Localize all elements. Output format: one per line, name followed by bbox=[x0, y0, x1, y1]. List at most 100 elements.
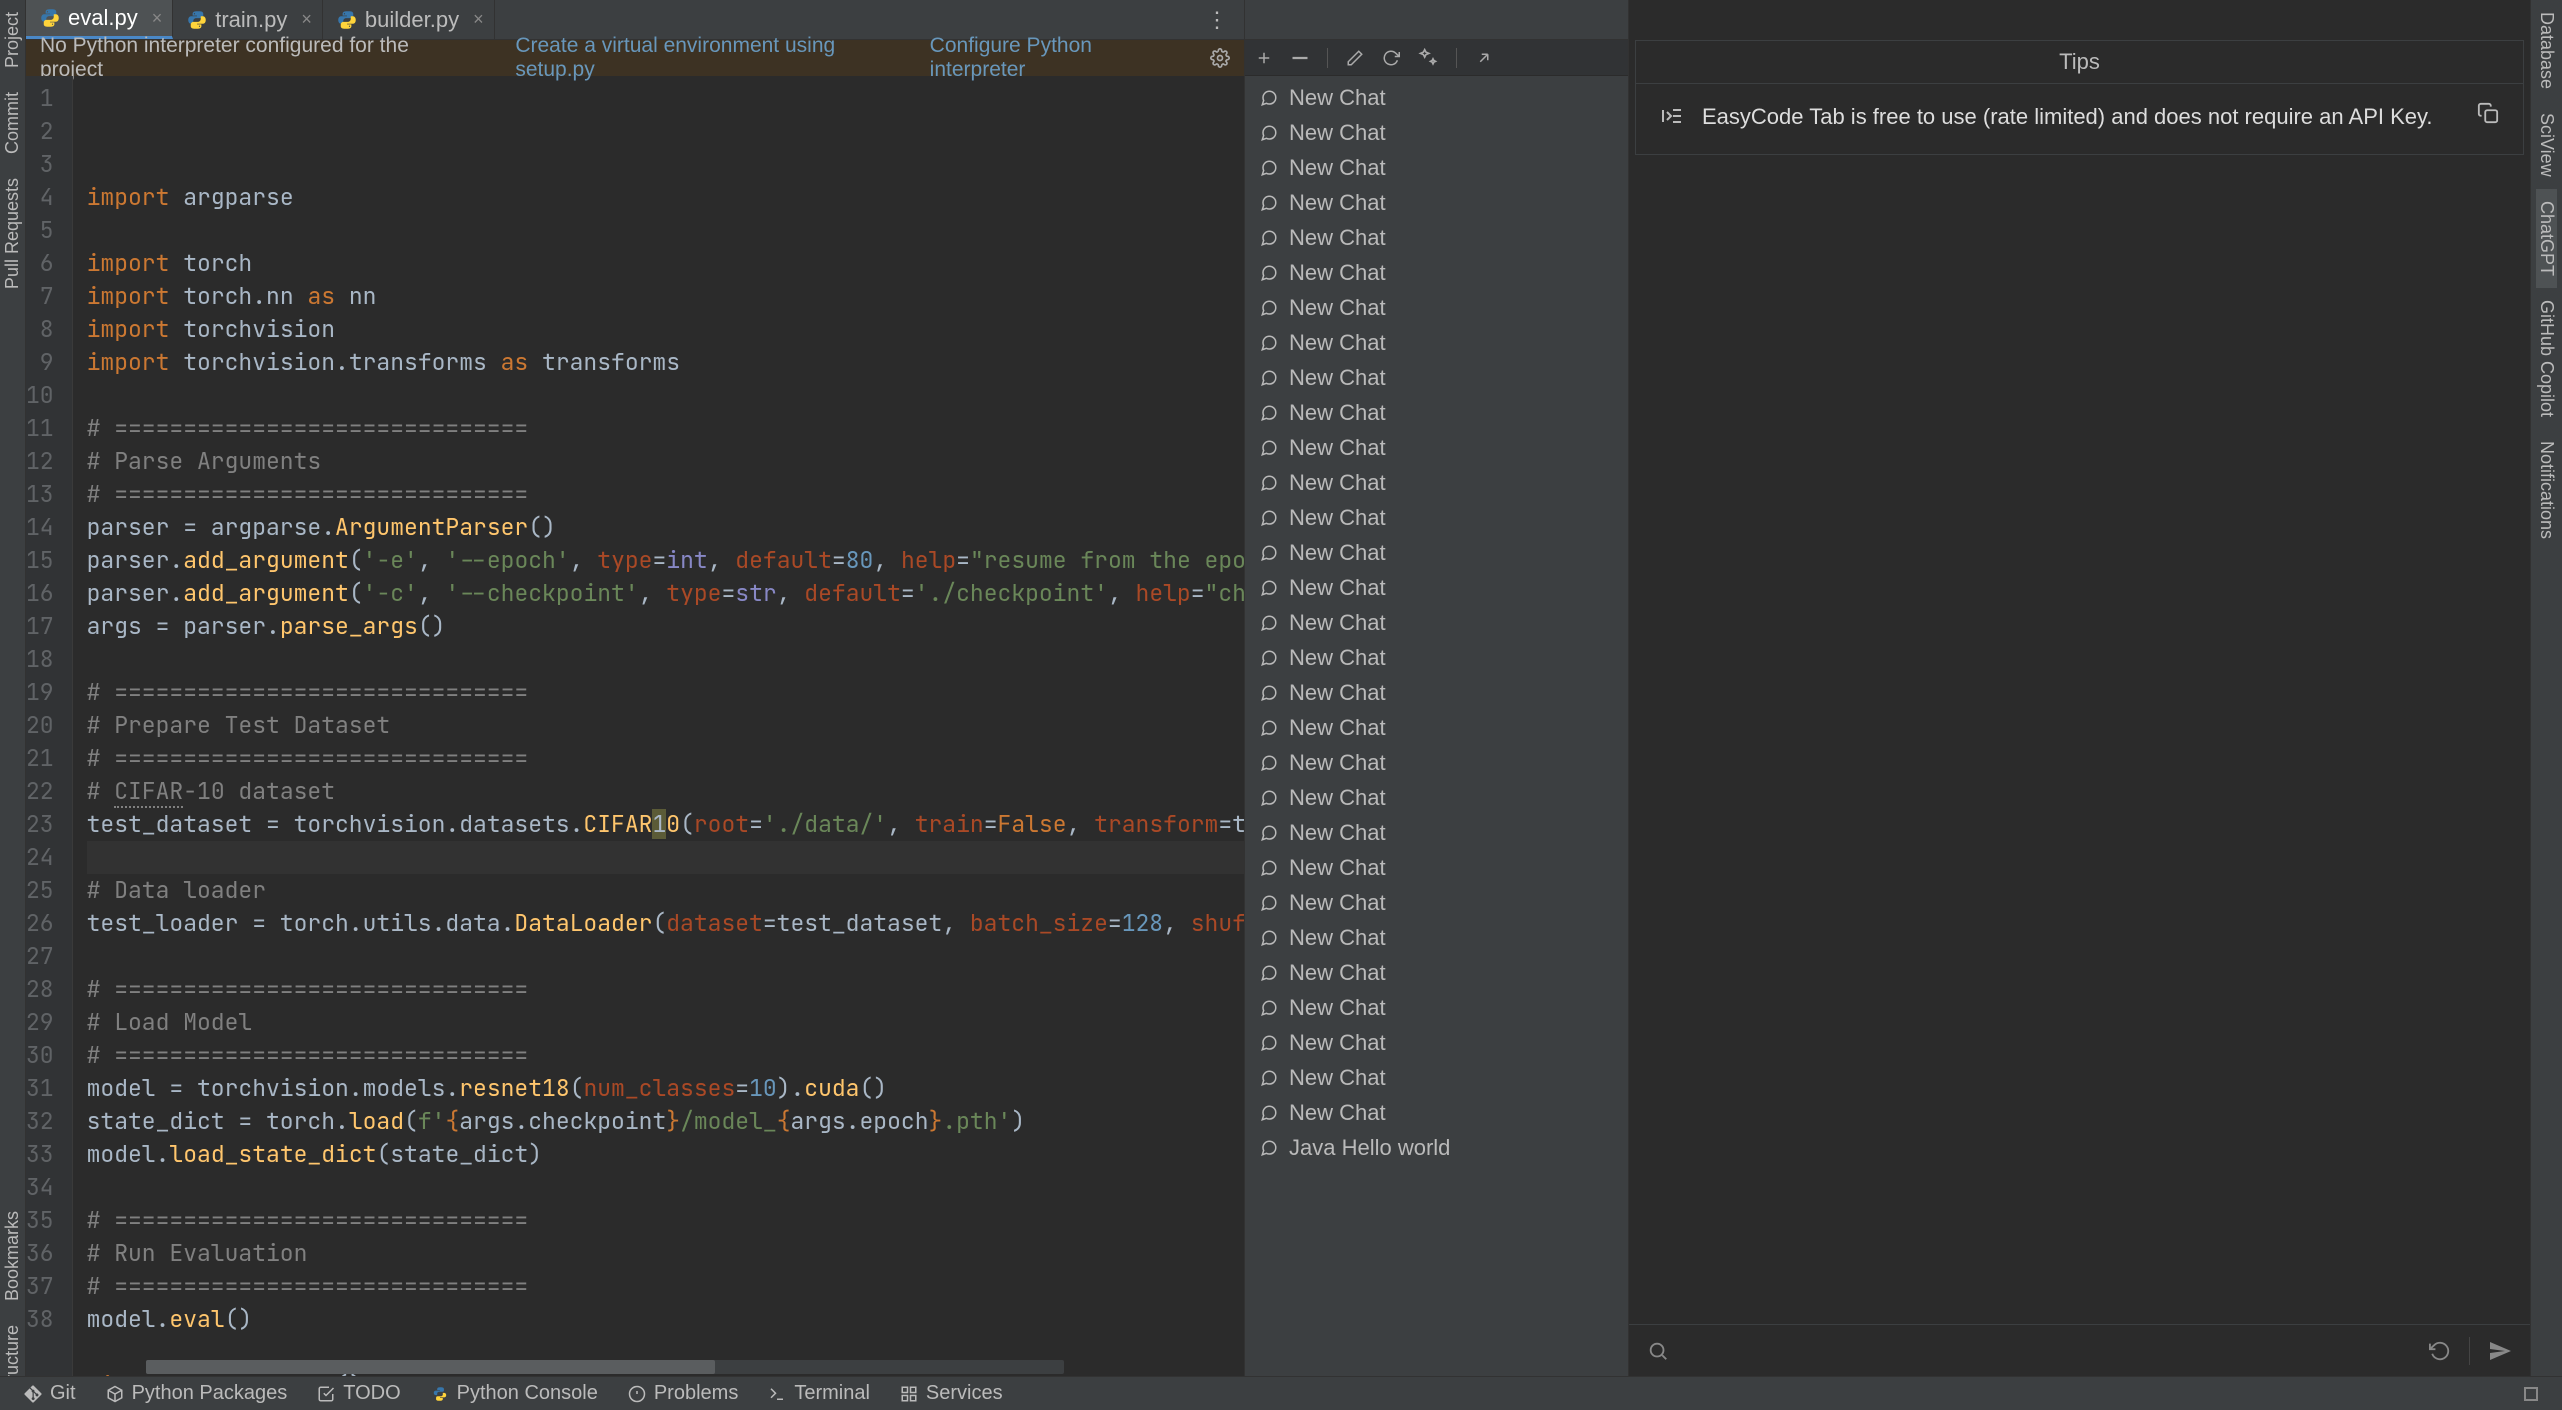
chat-list-item[interactable]: New Chat bbox=[1245, 1060, 1628, 1095]
regenerate-button[interactable] bbox=[2429, 1340, 2451, 1362]
chat-item-label: New Chat bbox=[1289, 817, 1386, 848]
chat-list-item[interactable]: New Chat bbox=[1245, 150, 1628, 185]
chat-list-item[interactable]: New Chat bbox=[1245, 465, 1628, 500]
editor-horizontal-scrollbar[interactable] bbox=[146, 1360, 1064, 1374]
python-file-icon bbox=[40, 8, 60, 28]
bottom-todo[interactable]: TODO bbox=[317, 1382, 400, 1405]
left-stripe-project[interactable]: Project bbox=[2, 0, 23, 80]
right-stripe-chatgpt[interactable]: ChatGPT bbox=[2536, 189, 2557, 288]
code-editor[interactable]: 1234567891011121314151617181920212223242… bbox=[26, 76, 1244, 1376]
chat-list-item[interactable]: New Chat bbox=[1245, 885, 1628, 920]
bottom-python-packages[interactable]: Python Packages bbox=[106, 1382, 288, 1405]
chat-list-item[interactable]: New Chat bbox=[1245, 395, 1628, 430]
send-button[interactable] bbox=[2488, 1339, 2512, 1363]
chat-list-item[interactable]: New Chat bbox=[1245, 360, 1628, 395]
chat-list-item[interactable]: New Chat bbox=[1245, 570, 1628, 605]
chat-list-item[interactable]: New Chat bbox=[1245, 255, 1628, 290]
chat-list-item[interactable]: New Chat bbox=[1245, 640, 1628, 675]
toolbar-separator bbox=[1327, 48, 1328, 68]
copy-icon[interactable] bbox=[2477, 102, 2499, 124]
chat-list-item[interactable]: New Chat bbox=[1245, 990, 1628, 1025]
chat-list-item[interactable]: New Chat bbox=[1245, 290, 1628, 325]
bottom-services[interactable]: Services bbox=[900, 1382, 1003, 1405]
right-stripe-database[interactable]: Database bbox=[2536, 0, 2557, 101]
chat-item-label: New Chat bbox=[1289, 992, 1386, 1023]
tabs-overflow-button[interactable]: ⋮ bbox=[1192, 0, 1244, 39]
chat-item-label: New Chat bbox=[1289, 922, 1386, 953]
close-tab-icon[interactable]: × bbox=[473, 9, 484, 30]
bottom-python-console[interactable]: Python Console bbox=[431, 1382, 598, 1405]
chat-item-label: New Chat bbox=[1289, 677, 1386, 708]
chat-list-toolbar bbox=[1245, 40, 1628, 76]
chat-list-item[interactable]: New Chat bbox=[1245, 325, 1628, 360]
left-stripe-pull-requests[interactable]: Pull Requests bbox=[2, 166, 23, 301]
chat-item-label: New Chat bbox=[1289, 222, 1386, 253]
left-stripe-commit[interactable]: Commit bbox=[2, 80, 23, 166]
indent-icon bbox=[1660, 104, 1684, 128]
chat-item-label: New Chat bbox=[1289, 432, 1386, 463]
chat-item-label: Java Hello world bbox=[1289, 1132, 1450, 1163]
chat-item-label: New Chat bbox=[1289, 1027, 1386, 1058]
chat-list-item[interactable]: New Chat bbox=[1245, 1095, 1628, 1130]
chat-list-item[interactable]: New Chat bbox=[1245, 710, 1628, 745]
bottom-right-indicator[interactable] bbox=[2524, 1387, 2538, 1401]
chat-list-item[interactable]: New Chat bbox=[1245, 500, 1628, 535]
popout-button[interactable] bbox=[1475, 49, 1493, 67]
chat-list-item[interactable]: New Chat bbox=[1245, 535, 1628, 570]
refresh-button[interactable] bbox=[1382, 49, 1400, 67]
chat-item-label: New Chat bbox=[1289, 887, 1386, 918]
editor-gutter: 1234567891011121314151617181920212223242… bbox=[26, 76, 73, 1376]
right-stripe-notifications[interactable]: Notifications bbox=[2536, 429, 2557, 551]
chat-list-item[interactable]: New Chat bbox=[1245, 220, 1628, 255]
new-chat-button[interactable] bbox=[1255, 49, 1273, 67]
chat-list-item[interactable]: Java Hello world bbox=[1245, 1130, 1628, 1165]
bottom-git[interactable]: Git bbox=[24, 1382, 76, 1405]
python-file-icon bbox=[337, 10, 357, 30]
tip-text: EasyCode Tab is free to use (rate limite… bbox=[1702, 102, 2459, 132]
chat-list-item[interactable]: New Chat bbox=[1245, 185, 1628, 220]
left-stripe-bookmarks[interactable]: Bookmarks bbox=[2, 1199, 23, 1313]
chat-list-item[interactable]: New Chat bbox=[1245, 115, 1628, 150]
chat-list[interactable]: New ChatNew ChatNew ChatNew ChatNew Chat… bbox=[1245, 76, 1628, 1376]
bottom-problems[interactable]: Problems bbox=[628, 1382, 738, 1405]
chat-list-item[interactable]: New Chat bbox=[1245, 745, 1628, 780]
magic-button[interactable] bbox=[1418, 48, 1438, 68]
chat-list-item[interactable]: New Chat bbox=[1245, 675, 1628, 710]
edit-chat-button[interactable] bbox=[1346, 49, 1364, 67]
chat-item-label: New Chat bbox=[1289, 1062, 1386, 1093]
right-stripe-sciview[interactable]: SciView bbox=[2536, 101, 2557, 189]
create-venv-link[interactable]: Create a virtual environment using setup… bbox=[515, 34, 899, 82]
chat-item-label: New Chat bbox=[1289, 572, 1386, 603]
chat-list-item[interactable]: New Chat bbox=[1245, 80, 1628, 115]
left-tool-stripe: ProjectCommitPull Requests BookmarksStru… bbox=[0, 0, 26, 1410]
editor-content[interactable]: ✔ ▲ 1 ˄ ˅ import argparseimport torchimp… bbox=[73, 76, 1244, 1376]
close-tab-icon[interactable]: × bbox=[152, 8, 163, 29]
chat-item-label: New Chat bbox=[1289, 642, 1386, 673]
chat-list-item[interactable]: New Chat bbox=[1245, 605, 1628, 640]
scrollbar-thumb[interactable] bbox=[146, 1360, 715, 1374]
chat-list-item[interactable]: New Chat bbox=[1245, 955, 1628, 990]
python-file-icon bbox=[187, 10, 207, 30]
chat-list-item[interactable]: New Chat bbox=[1245, 780, 1628, 815]
chat-item-label: New Chat bbox=[1289, 957, 1386, 988]
chat-list-item[interactable]: New Chat bbox=[1245, 430, 1628, 465]
search-icon bbox=[1647, 1340, 1669, 1362]
chat-item-label: New Chat bbox=[1289, 82, 1386, 113]
chat-list-item[interactable]: New Chat bbox=[1245, 1025, 1628, 1060]
bottom-tool-bar: Git Python Packages TODO Python Console Prob… bbox=[0, 1376, 2562, 1410]
configure-interpreter-link[interactable]: Configure Python interpreter bbox=[930, 34, 1180, 82]
chat-list-item[interactable]: New Chat bbox=[1245, 850, 1628, 885]
close-tab-icon[interactable]: × bbox=[301, 9, 312, 30]
chat-item-label: New Chat bbox=[1289, 397, 1386, 428]
bottom-terminal[interactable]: Terminal bbox=[768, 1382, 870, 1405]
chat-input[interactable] bbox=[1687, 1338, 2411, 1364]
interpreter-banner-gear-icon[interactable] bbox=[1210, 48, 1230, 68]
delete-chat-button[interactable] bbox=[1291, 56, 1309, 60]
toolbar-separator bbox=[1456, 48, 1457, 68]
chat-list-item[interactable]: New Chat bbox=[1245, 920, 1628, 955]
interpreter-banner: No Python interpreter configured for the… bbox=[26, 40, 1244, 76]
right-stripe-github-copilot[interactable]: GitHub Copilot bbox=[2536, 288, 2557, 429]
chat-item-label: New Chat bbox=[1289, 327, 1386, 358]
chat-list-item[interactable]: New Chat bbox=[1245, 815, 1628, 850]
chat-item-label: New Chat bbox=[1289, 117, 1386, 148]
